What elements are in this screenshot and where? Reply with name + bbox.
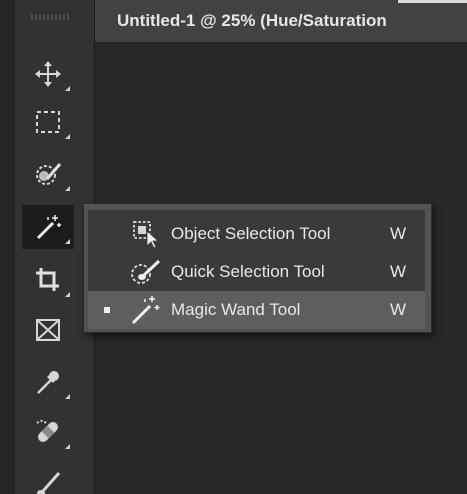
menu-item-shortcut: W xyxy=(390,224,407,243)
menu-item-object-selection-tool[interactable]: Object Selection Tool W xyxy=(88,215,425,253)
brush-icon xyxy=(33,467,63,494)
menu-item-label: Quick Selection Tool xyxy=(171,262,325,281)
magic-wand-tool[interactable] xyxy=(22,205,74,249)
menu-item-shortcut: W xyxy=(390,262,407,281)
tool-group-indicator xyxy=(65,292,70,297)
document-tab[interactable]: Untitled-1 @ 25% (Hue/Saturation xyxy=(95,0,387,42)
tool-group-indicator xyxy=(65,444,70,449)
frame-icon xyxy=(33,315,63,345)
brush-tool[interactable] xyxy=(22,460,74,494)
document-tab-title: Untitled-1 @ 25% (Hue/Saturation xyxy=(117,11,387,30)
menu-item-magic-wand-tool[interactable]: Magic Wand Tool W xyxy=(88,291,425,329)
panel-grip[interactable] xyxy=(31,14,71,20)
document-tab-bar: Untitled-1 @ 25% (Hue/Saturation xyxy=(95,0,467,43)
move-icon xyxy=(33,59,63,89)
spot-healing-brush-tool[interactable] xyxy=(22,410,74,454)
eyedropper-tool[interactable] xyxy=(22,360,74,404)
object-selection-icon xyxy=(126,218,166,250)
rectangular-marquee-tool[interactable] xyxy=(22,100,74,144)
tool-group-indicator xyxy=(65,134,70,139)
flyout-menu-body: Object Selection Tool W Quick Selection … xyxy=(88,210,425,329)
crop-tool[interactable] xyxy=(22,258,74,302)
magic-wand-icon xyxy=(33,212,63,242)
window-edge xyxy=(398,0,467,3)
selected-bullet xyxy=(104,307,110,313)
tools-panel xyxy=(0,0,95,494)
magic-wand-icon xyxy=(126,294,166,326)
photoshop-window: Untitled-1 @ 25% (Hue/Saturation Object … xyxy=(0,0,467,494)
move-tool[interactable] xyxy=(22,52,74,96)
menu-item-label: Magic Wand Tool xyxy=(171,300,301,319)
menu-item-shortcut: W xyxy=(390,300,407,319)
lasso-icon xyxy=(33,159,63,189)
tool-group-indicator xyxy=(65,239,70,244)
tool-group-indicator xyxy=(65,186,70,191)
marquee-icon xyxy=(33,107,63,137)
frame-tool[interactable] xyxy=(22,308,74,352)
tool-group-indicator xyxy=(65,394,70,399)
bandage-icon xyxy=(33,417,63,447)
crop-icon xyxy=(33,265,63,295)
quick-selection-icon xyxy=(126,256,166,288)
tool-flyout-menu: Object Selection Tool W Quick Selection … xyxy=(83,203,432,333)
menu-item-label: Object Selection Tool xyxy=(171,224,331,243)
eyedropper-icon xyxy=(33,367,63,397)
tool-group-indicator xyxy=(65,86,70,91)
lasso-tool[interactable] xyxy=(22,152,74,196)
menu-item-quick-selection-tool[interactable]: Quick Selection Tool W xyxy=(88,253,425,291)
